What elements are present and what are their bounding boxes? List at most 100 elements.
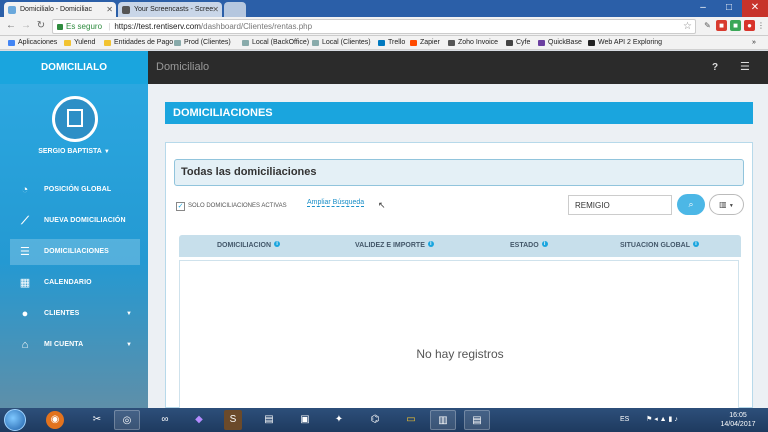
app-window-icon[interactable]: ▣ xyxy=(292,410,318,430)
search-input[interactable] xyxy=(568,195,672,215)
hamburger-menu-icon[interactable]: ☰ xyxy=(740,51,750,84)
sidebar-item-mi-cuenta[interactable]: ⌂ MI CUENTA ▼ xyxy=(10,332,140,358)
extension-red-icon[interactable]: ■ xyxy=(716,20,727,31)
bookmark-yulend[interactable]: Yulend xyxy=(64,36,95,49)
extension-adblock-icon[interactable]: ● xyxy=(744,20,755,31)
extension-pen-icon[interactable]: ✎ xyxy=(702,20,713,31)
clock[interactable]: 16:05 14/04/2017 xyxy=(716,411,760,429)
network-app-icon[interactable]: ⌬ xyxy=(362,410,388,430)
column-header-validez[interactable]: VALIDEZ E IMPORTE i xyxy=(355,235,434,257)
search-button[interactable]: ⌕ xyxy=(677,194,705,215)
firefox-icon[interactable]: ◉ xyxy=(46,411,64,429)
visual-studio-icon[interactable]: ◆ xyxy=(186,410,212,430)
tab-label: Domicilialo - Domiciliac xyxy=(20,6,92,13)
extension-green-icon[interactable]: ■ xyxy=(730,20,741,31)
help-icon[interactable]: ? xyxy=(712,51,718,84)
clock-date: 14/04/2017 xyxy=(720,421,756,428)
sidebar: SERGIO BAPTISTA ▼ ◔ POSICIÓN GLOBAL ⟋ NUE… xyxy=(0,84,148,408)
sidebar-item-clientes[interactable]: ● CLIENTES ▼ xyxy=(10,301,140,327)
pdf-icon[interactable]: ▤ xyxy=(464,410,490,430)
bookmark-zoho[interactable]: Zoho Invoice xyxy=(448,36,498,49)
column-header-situacion[interactable]: SITUACION GLOBAL i xyxy=(620,235,699,257)
folder-icon xyxy=(104,40,111,46)
avatar[interactable] xyxy=(52,96,98,142)
address-bar[interactable]: Es seguro | https://test.rentiserv.com/da… xyxy=(52,19,696,34)
url-path: /dashboard/Clientes/rentas.php xyxy=(200,22,313,31)
app-open-icon[interactable]: ▥ xyxy=(430,410,456,430)
caret-down-icon: ▼ xyxy=(728,203,734,209)
sidebar-item-posicion-global[interactable]: ◔ POSICIÓN GLOBAL xyxy=(10,177,140,203)
tab-domicilialo[interactable]: Domicilialo - Domiciliac ✕ xyxy=(4,2,116,17)
window-close-icon[interactable]: ✕ xyxy=(742,0,768,17)
forward-arrow-icon[interactable]: → xyxy=(19,19,33,33)
chrome-icon[interactable]: ◎ xyxy=(114,410,140,430)
browser-toolbar: ← → ↻ Es seguro | https://test.rentiserv.… xyxy=(0,17,768,36)
zoho-icon xyxy=(448,40,455,46)
mouse-cursor-icon: ↖ xyxy=(378,200,386,210)
bookmark-zapier[interactable]: Zapier xyxy=(410,36,440,49)
back-arrow-icon[interactable]: ← xyxy=(4,19,18,33)
calendar-icon: ▦ xyxy=(19,277,31,289)
column-header-estado[interactable]: ESTADO i xyxy=(510,235,548,257)
app-glasses-icon[interactable]: ∞ xyxy=(152,410,178,430)
active-only-label[interactable]: SOLO DOMICILIACIONES ACTIVAS xyxy=(188,203,287,209)
bookmark-local-clientes[interactable]: Local (Clientes) xyxy=(312,36,371,49)
panel-title: Todas las domiciliaciones xyxy=(174,159,744,186)
bookmark-star-icon[interactable]: ☆ xyxy=(683,20,692,33)
info-icon[interactable]: i xyxy=(693,241,699,247)
user-menu[interactable]: SERGIO BAPTISTA ▼ xyxy=(0,148,148,155)
lock-icon xyxy=(57,23,63,30)
info-icon[interactable]: i xyxy=(427,241,434,247)
sidebar-item-label: CLIENTES xyxy=(44,310,80,317)
column-header-domiciliacion[interactable]: DOMICILIACION i xyxy=(217,235,281,257)
bookmark-entidades[interactable]: Entidades de Pago xyxy=(104,36,173,49)
maximize-icon[interactable]: □ xyxy=(716,0,742,17)
tray-icons[interactable]: ⚑ ◂ ▲ ▮ ♪ xyxy=(646,408,678,432)
tools2-icon[interactable]: ✦ xyxy=(326,410,352,430)
columns-toggle-button[interactable]: ▥ ▼ xyxy=(709,194,744,215)
search-icon: ⌕ xyxy=(688,199,694,209)
secure-label: Es seguro xyxy=(66,22,103,31)
pie-chart-icon: ◔ xyxy=(21,184,29,196)
language-indicator[interactable]: ES xyxy=(620,408,629,432)
sidebar-item-label: DOMICILIACIONES xyxy=(44,248,109,255)
bookmark-trello[interactable]: Trello xyxy=(378,36,405,49)
bookmark-apps[interactable]: Aplicaciones xyxy=(8,36,57,49)
bookmark-local-backoffice[interactable]: Local (BackOffice) xyxy=(242,36,309,49)
tab-screencasts[interactable]: Your Screencasts - Scree ✕ xyxy=(118,2,222,17)
bookmark-cyfe[interactable]: Cyfe xyxy=(506,36,530,49)
tab-close-icon[interactable]: ✕ xyxy=(212,2,219,17)
folder-icon xyxy=(64,40,71,46)
info-icon[interactable]: i xyxy=(274,241,281,247)
tab-close-icon[interactable]: ✕ xyxy=(106,2,113,17)
bookmark-quickbase[interactable]: QuickBase xyxy=(538,36,582,49)
clock-time: 16:05 xyxy=(729,412,747,419)
sidebar-item-label: POSICIÓN GLOBAL xyxy=(44,186,112,193)
explorer-icon[interactable]: ▭ xyxy=(398,410,424,430)
trello-icon xyxy=(378,40,385,46)
browser-tab-strip: Domicilialo - Domiciliac ✕ Your Screenca… xyxy=(0,0,768,17)
more-bookmarks[interactable]: » xyxy=(752,36,756,49)
line-chart-icon: ⟋ xyxy=(21,215,29,227)
active-only-checkbox[interactable]: ✓ xyxy=(176,202,185,211)
sidebar-item-label: CALENDARIO xyxy=(44,279,92,286)
tools-icon[interactable]: ✂ xyxy=(84,410,110,430)
sidebar-item-domiciliaciones[interactable]: ☰ DOMICILIACIONES xyxy=(10,239,140,265)
sublime-icon[interactable]: S xyxy=(224,410,242,430)
chrome-menu-icon[interactable]: ⋮ xyxy=(757,20,765,31)
new-tab-button[interactable] xyxy=(224,2,246,17)
sidebar-item-nueva-domiciliacion[interactable]: ⟋ NUEVA DOMICILIACIÓN xyxy=(10,208,140,234)
page-icon xyxy=(174,40,181,46)
bookmark-webapi[interactable]: Web API 2 Exploring xyxy=(588,36,662,49)
brand-logo[interactable]: DOMICILIALO xyxy=(0,51,148,84)
reload-icon[interactable]: ↻ xyxy=(34,19,48,33)
page-icon xyxy=(588,40,595,46)
advanced-search-link[interactable]: Ampliar Búsqueda xyxy=(307,199,365,207)
bookmark-prod[interactable]: Prod (Clientes) xyxy=(174,36,231,49)
notes-icon[interactable]: ▤ xyxy=(256,410,282,430)
info-icon[interactable]: i xyxy=(541,241,548,247)
page-icon xyxy=(242,40,249,46)
minimize-icon[interactable]: – xyxy=(690,0,716,17)
start-button[interactable] xyxy=(4,409,26,431)
sidebar-item-calendario[interactable]: ▦ CALENDARIO xyxy=(10,270,140,296)
